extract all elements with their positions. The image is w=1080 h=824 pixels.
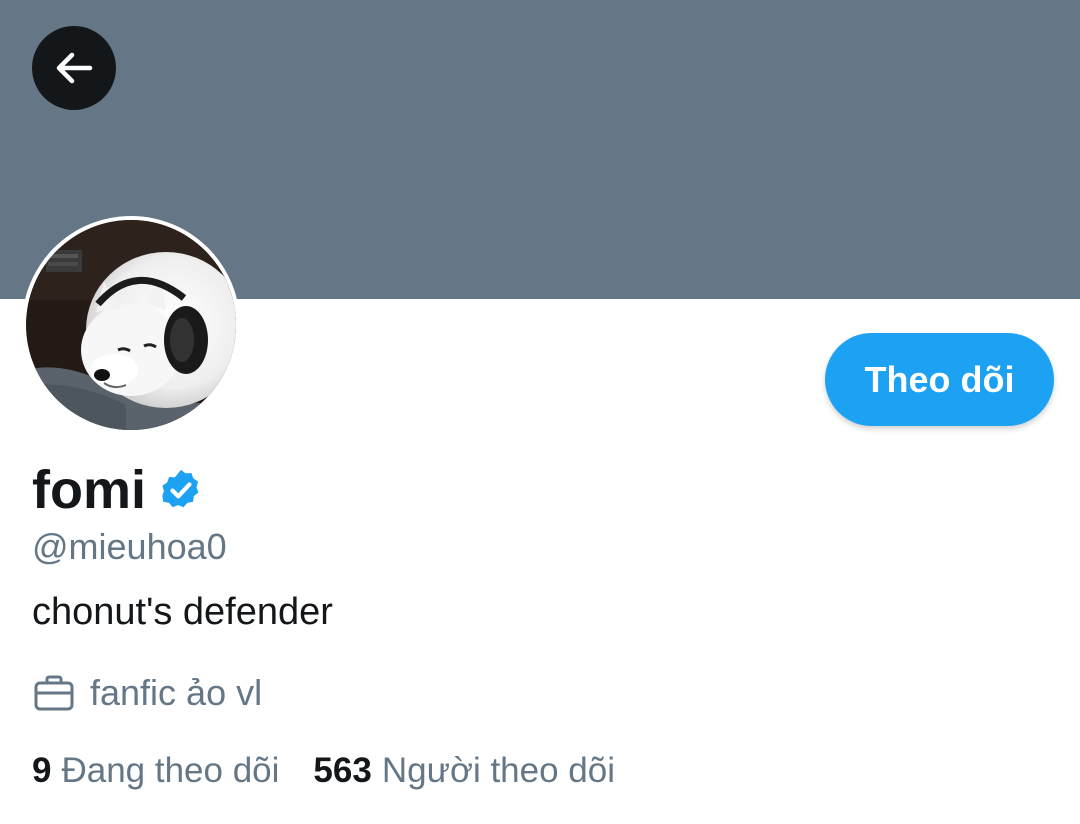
- work-text: fanfic ảo vl: [90, 672, 263, 713]
- profile-bio: chonut's defender: [32, 591, 333, 633]
- name-row: fomi: [32, 458, 204, 522]
- verified-badge-icon: [162, 469, 199, 508]
- user-handle: @mieuhoa0: [32, 526, 227, 567]
- followers-count: 563: [313, 751, 372, 790]
- profile-stats: 9 Đang theo dõi 563 Người theo dõi: [32, 748, 615, 794]
- back-button[interactable]: [32, 26, 116, 110]
- profile-work: fanfic ảo vl: [32, 670, 262, 716]
- avatar[interactable]: [22, 216, 240, 434]
- followers-stat[interactable]: 563 Người theo dõi: [313, 748, 615, 794]
- following-label: Đang theo dõi: [61, 751, 280, 790]
- briefcase-icon: [34, 675, 74, 711]
- display-name: fomi: [32, 460, 146, 520]
- followers-label: Người theo dõi: [381, 751, 616, 790]
- avatar-photo: [26, 220, 236, 430]
- following-stat[interactable]: 9 Đang theo dõi: [32, 748, 279, 794]
- arrow-left-icon: [56, 52, 93, 84]
- following-count: 9: [32, 751, 52, 790]
- follow-button[interactable]: Theo dõi: [825, 333, 1054, 426]
- profile-page: Theo dõi fomi @mieuhoa0 chonut's defende…: [0, 0, 1080, 824]
